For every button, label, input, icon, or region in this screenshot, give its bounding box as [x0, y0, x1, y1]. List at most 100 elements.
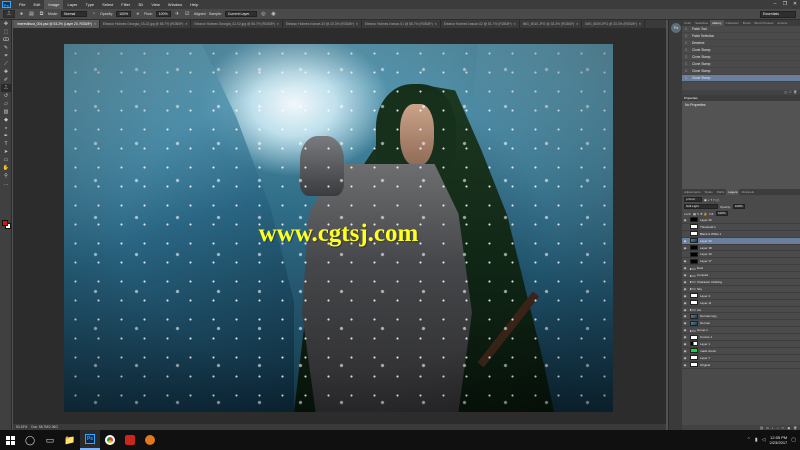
visibility-eye-icon[interactable]: ◉: [682, 301, 688, 305]
visibility-eye-icon[interactable]: ◉: [682, 356, 688, 360]
clone-stamp-preset-icon[interactable]: ⎍: [3, 10, 15, 18]
gradient-tool-icon[interactable]: ▥: [1, 108, 11, 116]
healing-brush-tool-icon[interactable]: ✚: [1, 68, 11, 76]
history-item[interactable]: ⎍ Clone Stamp: [682, 75, 800, 82]
history-item[interactable]: ⎍ Clone Stamp: [682, 54, 800, 61]
layer-row[interactable]: ◉ Layer 17: [682, 258, 800, 266]
marquee-tool-icon[interactable]: ⬚: [1, 28, 11, 36]
tab-actions[interactable]: Actions: [775, 20, 789, 26]
ignore-adjustment-icon[interactable]: ◎: [260, 11, 267, 18]
menu-filter[interactable]: Filter: [117, 0, 134, 9]
layer-row[interactable]: Layer 19: [682, 251, 800, 259]
fill-field[interactable]: 100%: [715, 211, 728, 216]
layer-kind-filter[interactable]: ρ Kind: [684, 197, 702, 202]
visibility-eye-icon[interactable]: ◉: [682, 321, 688, 325]
layer-row[interactable]: ◉ ▸▭ Ice: [682, 307, 800, 314]
document-tab[interactable]: lrnerevilbust_004.psd @ 53.2% (Layer 20,…: [14, 20, 100, 28]
menu-window[interactable]: Window: [164, 0, 186, 9]
menu-image[interactable]: Image: [44, 0, 64, 9]
tab-history[interactable]: History: [710, 20, 724, 26]
history-item[interactable]: ⎍ Deselect: [682, 40, 800, 47]
dodge-tool-icon[interactable]: ◒: [1, 124, 11, 132]
layer-row[interactable]: ◉ ▸▭ Character Clothing: [682, 279, 800, 286]
document-tab[interactable]: Eleanor Holmes Ivanoe-02 @ 51.7% (RGB/8*…: [441, 20, 520, 28]
history-item[interactable]: ⎍ Clone Stamp: [682, 68, 800, 75]
start-button[interactable]: [0, 430, 20, 450]
airbrush-icon[interactable]: ✈: [174, 11, 181, 18]
layer-row[interactable]: ◉ Layer 11: [682, 300, 800, 307]
hand-tool-icon[interactable]: ✋: [1, 164, 11, 172]
tab-brush[interactable]: Brush: [741, 20, 753, 26]
network-icon[interactable]: ▮: [755, 437, 758, 443]
volume-icon[interactable]: ◁: [762, 437, 766, 443]
filter-icons[interactable]: ▣ ◐ T ▭ ◫: [704, 198, 719, 202]
quick-select-tool-icon[interactable]: ✎: [1, 44, 11, 52]
layer-row[interactable]: ◉ ▸▭ Dust: [682, 265, 800, 273]
task-view-icon[interactable]: ▭: [40, 430, 60, 450]
history-brush-tool-icon[interactable]: ↺: [1, 92, 11, 100]
doc-info[interactable]: Doc: 58.7M/2.36G: [31, 425, 58, 429]
zoom-tool-icon[interactable]: ⚲: [1, 172, 11, 180]
history-item[interactable]: ⎍ Patch Selection: [682, 33, 800, 40]
visibility-eye-icon[interactable]: ◉: [682, 280, 688, 284]
menu-3d[interactable]: 3D: [134, 0, 147, 9]
app-red-icon[interactable]: [120, 430, 140, 450]
crop-tool-icon[interactable]: ⌗: [1, 52, 11, 60]
visibility-eye-icon[interactable]: ◉: [682, 246, 688, 250]
app-orange-icon[interactable]: [140, 430, 160, 450]
tab-color[interactable]: Color: [682, 20, 693, 26]
type-tool-icon[interactable]: T: [1, 140, 11, 148]
tab-layers[interactable]: Layers: [726, 189, 740, 195]
tab-close-icon[interactable]: ×: [277, 20, 279, 28]
layer-row[interactable]: ◉ Original: [682, 362, 800, 369]
blur-tool-icon[interactable]: ◆: [1, 116, 11, 124]
visibility-eye-icon[interactable]: ◉: [682, 328, 688, 332]
visibility-eye-icon[interactable]: ◉: [682, 273, 688, 277]
history-item[interactable]: ⎍ Clone Stamp: [682, 47, 800, 54]
minimize-icon[interactable]: –: [770, 0, 780, 9]
tab-swatches[interactable]: Swatches: [693, 20, 710, 26]
shape-tool-icon[interactable]: ▭: [1, 156, 11, 164]
tab-close-icon[interactable]: ×: [356, 20, 358, 28]
move-tool-icon[interactable]: ✥: [1, 20, 11, 28]
clock[interactable]: 12:05 PM 2/23/2017: [769, 435, 787, 445]
layer-row[interactable]: ◉ Normal: [682, 320, 800, 328]
layer-row[interactable]: ◉ Layer 1: [682, 341, 800, 348]
visibility-eye-icon[interactable]: ◉: [682, 259, 688, 263]
menu-view[interactable]: View: [147, 0, 164, 9]
more-tools-icon[interactable]: …: [1, 180, 11, 188]
layer-row[interactable]: ◉ Layer 7: [682, 355, 800, 362]
camera-icon[interactable]: ⌼: [789, 90, 791, 95]
layer-row[interactable]: ◉ Layer 30: [682, 217, 800, 224]
visibility-eye-icon[interactable]: ◉: [682, 266, 688, 270]
mode-select[interactable]: Normal: [61, 11, 87, 17]
layer-row[interactable]: Threshold 1: [682, 224, 800, 231]
visibility-eye-icon[interactable]: ◉: [682, 218, 688, 222]
eyedropper-tool-icon[interactable]: ⟋: [1, 60, 11, 68]
visibility-eye-icon[interactable]: ◉: [682, 294, 688, 298]
pressure-size-icon[interactable]: ◉: [270, 11, 277, 18]
tab-brush-presets[interactable]: Brush Presets: [753, 20, 776, 26]
menu-edit[interactable]: Edit: [29, 0, 44, 9]
chrome-icon[interactable]: [100, 430, 120, 450]
visibility-eye-icon[interactable]: ◉: [682, 314, 688, 318]
document-tab[interactable]: Eleanor Holmes Ivanoe-01 @ 56.7% (RGB/8*…: [362, 20, 441, 28]
photoshop-taskbar-icon[interactable]: Ps: [80, 430, 100, 450]
tab-character[interactable]: Character: [724, 20, 741, 26]
pressure-icon[interactable]: ◕: [134, 11, 141, 18]
tab-close-icon[interactable]: ×: [576, 20, 578, 28]
layer-row[interactable]: ◉ Normal copy: [682, 313, 800, 321]
menu-select[interactable]: Select: [98, 0, 117, 9]
trash-icon[interactable]: 🗑: [793, 90, 797, 95]
clone-source-icon[interactable]: ⧉: [38, 11, 45, 18]
visibility-eye-icon[interactable]: ◉: [682, 349, 688, 353]
menu-layer[interactable]: Layer: [63, 0, 81, 9]
canvas-area[interactable]: www.cgtsj.com: [13, 28, 666, 424]
brush-size-icon[interactable]: ●: [18, 11, 25, 18]
panel-collapse-icon[interactable]: Pa: [671, 23, 681, 33]
document-tab[interactable]: IMG_8010.JPG @ 33.3% (RGB/8*) ×: [520, 20, 583, 28]
visibility-eye-icon[interactable]: ◉: [682, 239, 688, 243]
visibility-eye-icon[interactable]: ◉: [682, 308, 688, 312]
notifications-icon[interactable]: ▢: [791, 437, 796, 443]
menu-help[interactable]: Help: [186, 0, 202, 9]
